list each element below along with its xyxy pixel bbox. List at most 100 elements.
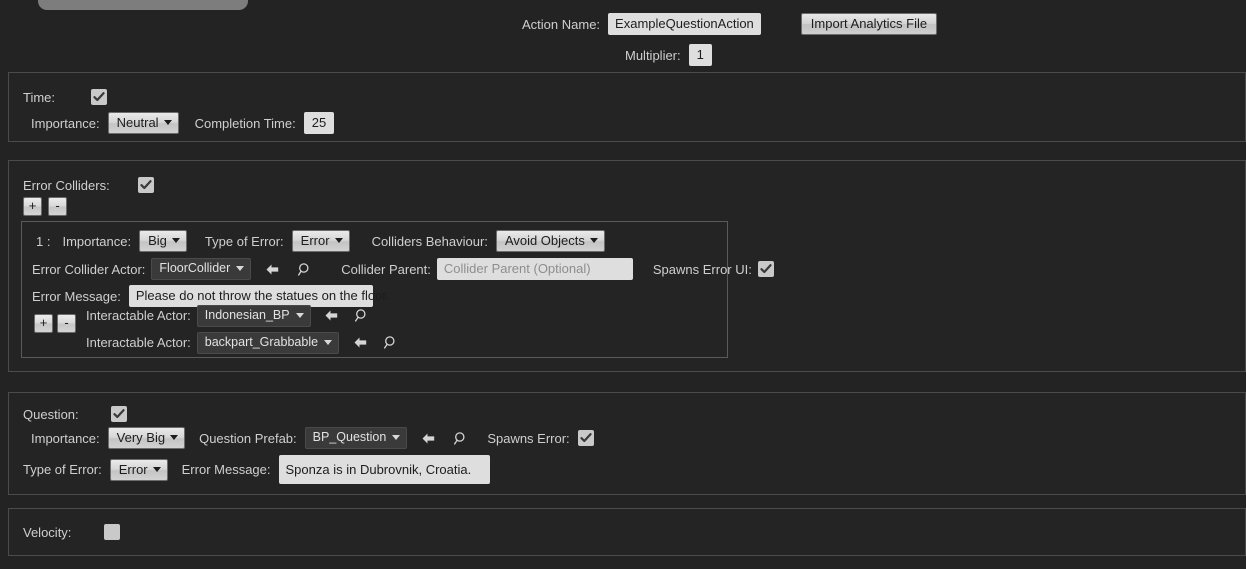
time-importance-value: Neutral xyxy=(116,115,159,130)
chevron-down-icon xyxy=(334,238,343,243)
question-importance-row: Importance: Very Big Question Prefab: BP… xyxy=(31,427,594,449)
collider-type-of-error-dropdown[interactable]: Error xyxy=(291,230,350,252)
time-header-row: Time: xyxy=(23,89,107,105)
import-analytics-file-button[interactable]: Import Analytics File xyxy=(800,13,938,35)
question-importance-label: Importance: xyxy=(31,430,100,446)
question-label: Question: xyxy=(23,406,79,422)
velocity-label: Velocity: xyxy=(23,524,72,540)
chevron-down-icon xyxy=(171,238,180,243)
interactable-actor-value: backpart_Grabbable xyxy=(204,335,319,349)
error-colliders-list-buttons: + - xyxy=(23,197,67,216)
completion-time-label: Completion Time: xyxy=(194,115,296,131)
back-arrow-icon[interactable] xyxy=(263,260,281,278)
spawns-error-ui-label: Spawns Error UI: xyxy=(652,261,752,277)
velocity-header-row: Velocity: xyxy=(23,524,121,540)
back-arrow-icon[interactable] xyxy=(323,307,341,325)
magnifier-icon[interactable] xyxy=(353,307,371,325)
question-prefab-value: BP_Question xyxy=(312,430,387,445)
action-name-row: Action Name: ExampleQuestionAction Impor… xyxy=(522,13,938,35)
error-collider-actor-label: Error Collider Actor: xyxy=(32,261,146,277)
remove-error-collider-button[interactable]: - xyxy=(48,197,67,216)
chevron-down-icon xyxy=(324,339,333,345)
back-arrow-icon[interactable] xyxy=(351,334,369,352)
chevron-down-icon xyxy=(152,466,161,472)
collider-importance-dropdown[interactable]: Big xyxy=(139,230,187,252)
velocity-enabled-checkbox[interactable] xyxy=(104,524,121,540)
interactable-actor-picker[interactable]: Indonesian_BP xyxy=(196,305,311,327)
error-collider-actor-row: Error Collider Actor: FloorCollider Coll… xyxy=(32,258,774,280)
question-enabled-checkbox[interactable] xyxy=(110,406,127,422)
error-collider-actor-picker[interactable]: FloorCollider xyxy=(151,258,252,280)
add-error-collider-button[interactable]: + xyxy=(23,197,42,216)
error-colliders-section-panel: Error Colliders: + - 1 : Importance: Big… xyxy=(8,160,1246,372)
question-error-message-input[interactable]: Sponza is in Dubrovnik, Croatia. xyxy=(278,455,490,484)
check-icon xyxy=(113,409,125,419)
question-section-panel: Question: Importance: Very Big Question … xyxy=(8,392,1246,495)
chevron-down-icon xyxy=(236,266,245,271)
chevron-down-icon xyxy=(170,435,179,440)
multiplier-row: Multiplier: 1 xyxy=(625,44,712,66)
time-label: Time: xyxy=(23,89,56,105)
back-arrow-icon[interactable] xyxy=(419,429,437,447)
collider-importance-value: Big xyxy=(148,233,167,248)
question-importance-dropdown[interactable]: Very Big xyxy=(107,427,186,449)
error-colliders-enabled-checkbox[interactable] xyxy=(137,177,154,193)
interactable-actor-row: Interactable Actor: Indonesian_BP xyxy=(86,305,371,327)
collider-entry-index: 1 : xyxy=(36,233,51,249)
error-collider-entry-box: 1 : Importance: Big Type of Error: Error… xyxy=(21,221,774,358)
time-section-panel: Time: Importance: Neutral Completion Tim… xyxy=(8,72,1246,142)
check-icon xyxy=(580,433,592,443)
question-header-row: Question: xyxy=(23,406,127,422)
interactable-actor-label: Interactable Actor: xyxy=(86,308,191,324)
chevron-down-icon xyxy=(295,312,304,318)
colliders-behaviour-dropdown[interactable]: Avoid Objects xyxy=(495,230,605,252)
question-error-message-label: Error Message: xyxy=(181,462,271,477)
action-name-label: Action Name: xyxy=(522,16,601,32)
question-spawns-error-checkbox[interactable] xyxy=(577,430,594,446)
time-importance-label: Importance: xyxy=(31,115,100,131)
question-prefab-picker[interactable]: BP_Question xyxy=(304,427,408,449)
magnifier-icon[interactable] xyxy=(295,260,313,278)
active-tab[interactable] xyxy=(38,0,248,10)
question-type-of-error-dropdown[interactable]: Error xyxy=(109,458,168,481)
error-collider-actor-value: FloorCollider xyxy=(159,261,231,276)
question-spawns-error-label: Spawns Error: xyxy=(487,430,570,446)
collider-parent-input[interactable]: Collider Parent (Optional) xyxy=(436,258,633,280)
collider-type-of-error-value: Error xyxy=(300,233,330,248)
question-prefab-label: Question Prefab: xyxy=(199,430,297,446)
error-colliders-label: Error Colliders: xyxy=(23,177,110,193)
interactable-actor-label: Interactable Actor: xyxy=(86,335,191,351)
interactable-actor-picker[interactable]: backpart_Grabbable xyxy=(196,332,340,354)
check-icon xyxy=(140,180,152,190)
time-importance-row: Importance: Neutral Completion Time: 25 xyxy=(31,112,335,134)
collider-error-message-row: Error Message: Please do not throw the s… xyxy=(32,285,390,307)
colliders-behaviour-label: Colliders Behaviour: xyxy=(371,233,488,249)
multiplier-input[interactable]: 1 xyxy=(688,44,712,66)
error-colliders-header-row: Error Colliders: xyxy=(23,177,154,193)
question-type-of-error-value: Error xyxy=(118,461,148,477)
time-importance-dropdown[interactable]: Neutral xyxy=(107,112,179,134)
check-icon xyxy=(93,92,105,102)
collider-error-message-input[interactable]: Please do not throw the statues on the f… xyxy=(128,285,390,307)
magnifier-icon[interactable] xyxy=(451,429,469,447)
remove-interactable-actor-button[interactable]: - xyxy=(57,314,76,333)
question-importance-value: Very Big xyxy=(116,430,166,445)
tab-strip xyxy=(0,0,1246,10)
collider-importance-label: Importance: xyxy=(62,233,132,249)
time-enabled-checkbox[interactable] xyxy=(91,89,107,105)
interactable-actor-row: Interactable Actor: backpart_Grabbable xyxy=(86,332,399,354)
spawns-error-ui-checkbox[interactable] xyxy=(757,261,774,277)
velocity-section-panel: Velocity: xyxy=(8,508,1246,556)
question-error-row: Type of Error: Error Error Message: Spon… xyxy=(23,455,490,484)
multiplier-label: Multiplier: xyxy=(625,47,681,63)
magnifier-icon[interactable] xyxy=(381,334,399,352)
action-name-input[interactable]: ExampleQuestionAction xyxy=(608,13,761,35)
add-interactable-actor-button[interactable]: + xyxy=(34,314,53,333)
interactable-actors-list-buttons: + - xyxy=(34,314,76,333)
chevron-down-icon xyxy=(163,120,172,125)
check-icon xyxy=(760,264,772,274)
completion-time-input[interactable]: 25 xyxy=(303,112,335,134)
collider-parent-label: Collider Parent: xyxy=(341,261,431,277)
interactable-actor-value: Indonesian_BP xyxy=(204,308,290,322)
collider-entry-top-row: 1 : Importance: Big Type of Error: Error… xyxy=(36,230,605,252)
